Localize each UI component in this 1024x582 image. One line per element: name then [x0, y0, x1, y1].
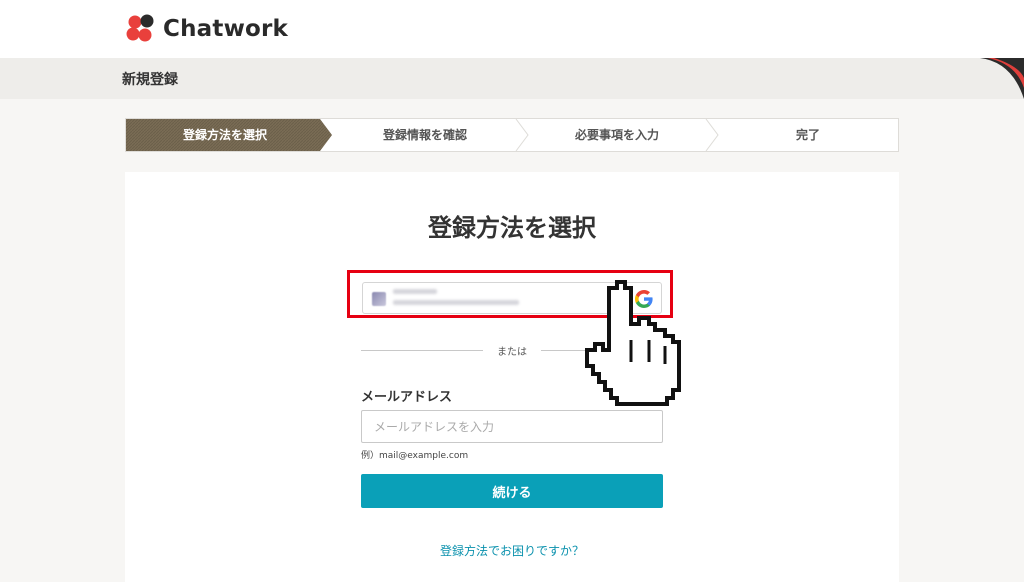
top-header: Chatwork — [0, 0, 1024, 58]
corner-decoration — [980, 58, 1024, 99]
title-bar: 新規登録 — [0, 58, 1024, 99]
help-link[interactable]: 登録方法でお困りですか？ — [125, 542, 899, 559]
continue-button[interactable]: 続ける — [361, 474, 663, 508]
page: Chatwork 新規登録 登録方法を選択 登録情報を確認 必要事項を入力 完了… — [0, 0, 1024, 582]
email-hint: 例）mail@example.com — [361, 451, 469, 461]
step-confirm-info: 登録情報を確認 — [382, 128, 467, 142]
step-select-method: 登録方法を選択 — [182, 128, 267, 142]
hand-pointer-cursor-icon — [585, 280, 681, 406]
page-title: 新規登録 — [122, 72, 178, 88]
email-input[interactable] — [361, 410, 663, 443]
step-input-required: 必要事項を入力 — [574, 128, 659, 142]
logo-text: Chatwork — [163, 16, 289, 42]
chatwork-logo-icon — [126, 14, 154, 42]
signup-card: 登録方法を選択 または メールアドレス 例）mail@example.com 続… — [125, 172, 899, 582]
card-title: 登録方法を選択 — [428, 214, 596, 242]
chatwork-logo[interactable]: Chatwork — [125, 14, 288, 44]
progress-stepper: 登録方法を選択 登録情報を確認 必要事項を入力 完了 — [125, 118, 899, 152]
email-label: メールアドレス — [361, 390, 453, 405]
step-complete: 完了 — [795, 128, 820, 142]
